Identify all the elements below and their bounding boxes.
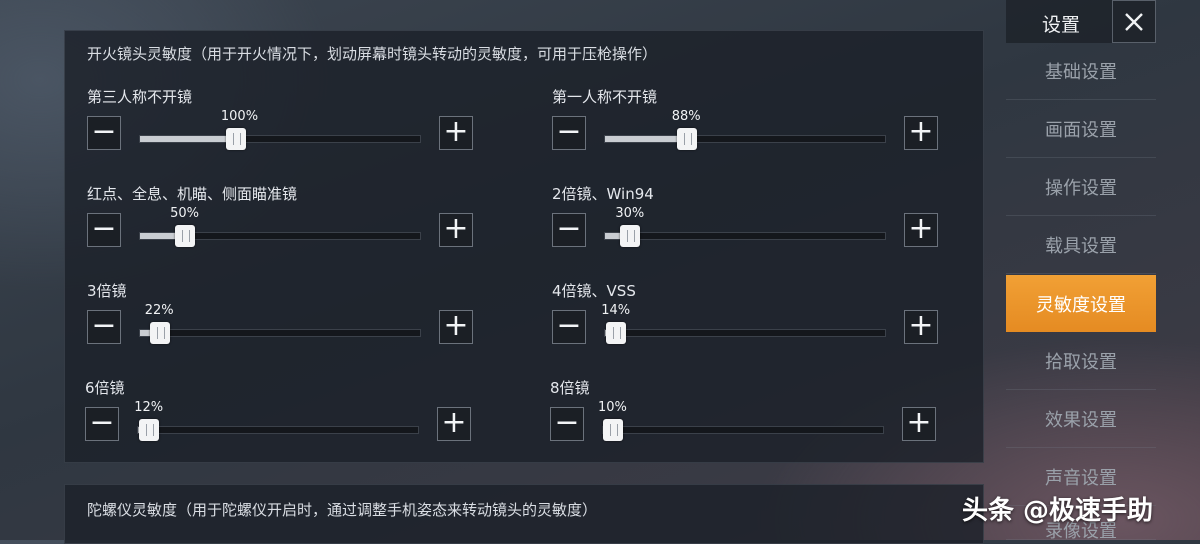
setting-label: 红点、全息、机瞄、侧面瞄准镜 bbox=[87, 185, 298, 203]
slider-thumb[interactable] bbox=[606, 322, 627, 344]
setting-6x-scope: 6倍镜 − 12% + bbox=[85, 377, 475, 457]
decrease-button[interactable]: − bbox=[85, 407, 119, 441]
plus-icon: + bbox=[443, 307, 469, 343]
minus-icon: − bbox=[556, 113, 582, 149]
slider-thumb[interactable] bbox=[620, 225, 641, 247]
plus-icon: + bbox=[443, 113, 469, 149]
decrease-button[interactable]: − bbox=[550, 407, 584, 441]
minus-icon: − bbox=[91, 210, 117, 246]
sidebar-item-label: 操作设置 bbox=[1045, 178, 1117, 199]
sidebar-item-vehicle[interactable]: 载具设置 bbox=[1006, 217, 1156, 274]
slider-value: 12% bbox=[134, 400, 164, 415]
increase-button[interactable]: + bbox=[439, 310, 473, 344]
setting-label: 2倍镜、Win94 bbox=[552, 185, 654, 203]
slider-track[interactable] bbox=[604, 322, 886, 344]
sidebar-item-basic[interactable]: 基础设置 bbox=[1006, 43, 1156, 100]
watermark: 头条 @极速手助 bbox=[962, 496, 1154, 526]
slider-value: 14% bbox=[601, 303, 631, 318]
increase-button[interactable]: + bbox=[904, 116, 938, 150]
plus-icon: + bbox=[906, 404, 932, 440]
sidebar-item-graphics[interactable]: 画面设置 bbox=[1006, 101, 1156, 158]
setting-label: 第三人称不开镜 bbox=[87, 88, 193, 106]
setting-third-person: 第三人称不开镜 − 100% + bbox=[87, 86, 477, 166]
increase-button[interactable]: + bbox=[439, 116, 473, 150]
panel-heading: 陀螺仪灵敏度（用于陀螺仪开启时，通过调整手机姿态来转动镜头的灵敏度） bbox=[87, 501, 598, 519]
slider-thumb[interactable] bbox=[149, 322, 170, 344]
decrease-button[interactable]: − bbox=[552, 213, 586, 247]
slider-track[interactable] bbox=[137, 419, 419, 441]
sidebar-item-label: 画面设置 bbox=[1045, 120, 1117, 141]
decrease-button[interactable]: − bbox=[87, 213, 121, 247]
sidebar-item-pickup[interactable]: 拾取设置 bbox=[1006, 333, 1156, 390]
slider-thumb[interactable] bbox=[225, 128, 246, 150]
setting-label: 第一人称不开镜 bbox=[552, 88, 658, 106]
slider-thumb[interactable] bbox=[676, 128, 697, 150]
slider-thumb[interactable] bbox=[603, 419, 623, 441]
increase-button[interactable]: + bbox=[904, 213, 938, 247]
increase-button[interactable]: + bbox=[437, 407, 471, 441]
minus-icon: − bbox=[556, 307, 582, 343]
minus-icon: − bbox=[554, 404, 580, 440]
plus-icon: + bbox=[908, 210, 934, 246]
setting-3x-scope: 3倍镜 − 22% + bbox=[87, 280, 477, 360]
slider-track[interactable] bbox=[604, 128, 886, 150]
sidebar-item-label: 载具设置 bbox=[1045, 236, 1117, 257]
setting-first-person: 第一人称不开镜 − 88% + bbox=[552, 86, 942, 166]
slider-thumb[interactable] bbox=[139, 419, 160, 441]
close-icon bbox=[1125, 12, 1143, 31]
sidebar-item-label: 基础设置 bbox=[1045, 62, 1117, 83]
minus-icon: − bbox=[91, 113, 117, 149]
setting-label: 3倍镜 bbox=[87, 282, 127, 300]
increase-button[interactable]: + bbox=[904, 310, 938, 344]
slider-track[interactable] bbox=[602, 419, 884, 441]
setting-label: 4倍镜、VSS bbox=[552, 282, 636, 300]
minus-icon: − bbox=[91, 307, 117, 343]
setting-8x-scope: 8倍镜 − 10% + bbox=[550, 377, 940, 457]
increase-button[interactable]: + bbox=[439, 213, 473, 247]
slider-fill bbox=[140, 136, 236, 142]
sidebar-item-label: 拾取设置 bbox=[1045, 352, 1117, 373]
slider-track[interactable] bbox=[139, 128, 421, 150]
minus-icon: − bbox=[556, 210, 582, 246]
slider-value: 88% bbox=[671, 109, 701, 124]
sidebar-item-label: 灵敏度设置 bbox=[1036, 294, 1126, 316]
decrease-button[interactable]: − bbox=[87, 310, 121, 344]
plus-icon: + bbox=[908, 113, 934, 149]
close-button[interactable] bbox=[1112, 0, 1156, 43]
slider-track[interactable] bbox=[139, 322, 421, 344]
slider-value: 30% bbox=[615, 206, 645, 221]
panel-heading: 开火镜头灵敏度（用于开火情况下，划动屏幕时镜头转动的灵敏度，可用于压枪操作） bbox=[87, 45, 658, 63]
sidebar-item-label: 效果设置 bbox=[1045, 410, 1117, 431]
plus-icon: + bbox=[441, 404, 467, 440]
decrease-button[interactable]: − bbox=[552, 116, 586, 150]
slider-thumb[interactable] bbox=[175, 225, 196, 247]
settings-sidebar: 设置 基础设置 画面设置 操作设置 载具设置 灵敏度设置 拾取设置 效果设置 声… bbox=[1006, 0, 1156, 542]
slider-fill bbox=[605, 136, 687, 142]
plus-icon: + bbox=[443, 210, 469, 246]
setting-4x-scope: 4倍镜、VSS − 14% + bbox=[552, 280, 942, 360]
slider-value: 10% bbox=[598, 400, 627, 415]
decrease-button[interactable]: − bbox=[552, 310, 586, 344]
increase-button[interactable]: + bbox=[902, 407, 936, 441]
slider-value: 100% bbox=[220, 109, 259, 124]
slider-track[interactable] bbox=[139, 225, 421, 247]
sidebar-item-controls[interactable]: 操作设置 bbox=[1006, 159, 1156, 216]
sidebar-item-label: 声音设置 bbox=[1045, 468, 1117, 489]
setting-red-dot: 红点、全息、机瞄、侧面瞄准镜 − 50% + bbox=[87, 183, 477, 263]
setting-2x-scope: 2倍镜、Win94 − 30% + bbox=[552, 183, 942, 263]
gyro-sensitivity-panel: 陀螺仪灵敏度（用于陀螺仪开启时，通过调整手机姿态来转动镜头的灵敏度） bbox=[64, 484, 984, 544]
setting-label: 8倍镜 bbox=[550, 379, 590, 397]
setting-label: 6倍镜 bbox=[85, 379, 125, 397]
sidebar-title: 设置 bbox=[1042, 14, 1081, 36]
slider-track[interactable] bbox=[604, 225, 886, 247]
slider-value: 22% bbox=[144, 303, 174, 318]
slider-value: 50% bbox=[170, 206, 200, 221]
decrease-button[interactable]: − bbox=[87, 116, 121, 150]
plus-icon: + bbox=[908, 307, 934, 343]
minus-icon: − bbox=[89, 404, 115, 440]
sidebar-item-sensitivity[interactable]: 灵敏度设置 bbox=[1006, 275, 1156, 332]
sidebar-item-effects[interactable]: 效果设置 bbox=[1006, 391, 1156, 448]
fire-sensitivity-panel: 开火镜头灵敏度（用于开火情况下，划动屏幕时镜头转动的灵敏度，可用于压枪操作） 第… bbox=[64, 30, 984, 463]
